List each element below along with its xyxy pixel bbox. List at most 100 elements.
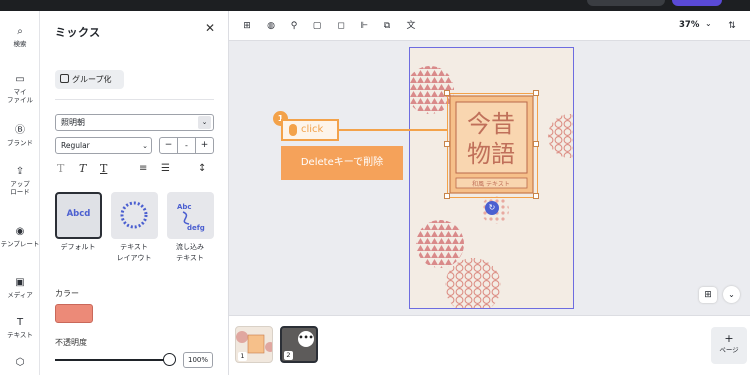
page-thumbnail[interactable]: 1 — [235, 326, 273, 363]
effect-default[interactable]: Abcd — [55, 192, 102, 239]
rail-item-upload[interactable]: ⇪ アップ ロード — [0, 166, 40, 196]
resize-handle[interactable] — [444, 90, 450, 96]
color-label: カラー — [55, 289, 79, 298]
flow-text-icon: Abc defg — [177, 203, 205, 232]
grid-view-icon[interactable]: ⊞ — [699, 287, 717, 303]
group-button-label: グループ化 — [72, 75, 112, 84]
svg-text:Abc: Abc — [177, 203, 192, 211]
effects-icon[interactable]: ⚲ — [288, 20, 300, 32]
text-icon: T — [16, 317, 24, 328]
rail-item-media[interactable]: ▣ メディア — [0, 277, 40, 299]
instruction-label: Deleteキーで削除 — [281, 146, 403, 180]
effect-preview: Abcd — [66, 209, 91, 219]
group-icon — [60, 74, 69, 83]
more-options-icon[interactable]: ••• — [298, 331, 314, 347]
top-bar — [0, 0, 750, 11]
opacity-label: 不透明度 — [55, 338, 87, 347]
rail-item-search[interactable]: ⌕ 検索 — [0, 26, 40, 48]
font-family-value: 照明朝 — [61, 118, 85, 127]
underline-icon[interactable]: T — [100, 161, 107, 177]
opacity-slider-thumb[interactable] — [163, 353, 176, 366]
rail-item-template[interactable]: ◉ テンプレート — [0, 226, 40, 248]
selection-box[interactable] — [444, 90, 539, 199]
top-toolbar: ⊞ ◍ ⚲ ▢ ◻ ⊩ ⧉ 文 37% ⌄ ⇅ — [229, 11, 750, 41]
callout-connector — [339, 129, 447, 131]
layers-icon[interactable]: ⧉ — [381, 20, 393, 32]
page-thumbnail-selected[interactable]: ••• 2 — [280, 326, 318, 363]
rail-item-label: テキスト — [7, 331, 33, 339]
folder-icon: ▭ — [15, 74, 25, 85]
resize-handle[interactable] — [444, 193, 450, 199]
resize-handle[interactable] — [533, 141, 539, 147]
line-spacing-icon[interactable]: ↕ — [198, 161, 206, 177]
rail-item-label: アップ ロード — [10, 180, 30, 196]
template-icon: ◉ — [15, 226, 25, 237]
italic-icon[interactable]: T — [79, 161, 86, 177]
panel-title: ミックス — [55, 26, 101, 39]
opacity-value-input[interactable]: 100% — [183, 352, 213, 368]
left-rail: ⌕ 検索 ▭ マイ ファイル Ⓑ ブランド ⇪ アップ ロード ◉ テンプレート… — [0, 11, 40, 375]
properties-panel: ミックス ✕ グループ化 照明朝 ⌄ Regular ⌄ − - + T T T… — [40, 11, 229, 375]
chevron-down-icon: ⌄ — [198, 116, 211, 129]
effect-flow-text[interactable]: Abc defg — [167, 192, 214, 239]
rail-item-text[interactable]: T テキスト — [0, 317, 40, 339]
plus-icon: + — [724, 332, 734, 345]
rail-item-brand[interactable]: Ⓑ ブランド — [0, 125, 40, 147]
resize-handle[interactable] — [444, 141, 450, 147]
rail-item-label: 検索 — [13, 40, 27, 48]
add-page-label: ページ — [719, 346, 739, 354]
decrease-size-button[interactable]: − — [160, 138, 177, 153]
format-row: T T T ≡ ☰ ↕ — [55, 161, 215, 177]
media-icon: ▣ — [15, 277, 25, 288]
chevron-down-icon: ⌄ — [142, 142, 148, 150]
frame-icon[interactable]: ◻ — [335, 20, 347, 32]
search-icon: ⌕ — [17, 26, 23, 37]
click-callout: click — [281, 119, 339, 141]
rail-item-label: テンプレート — [0, 240, 40, 248]
rotate-icon[interactable]: ↻ — [485, 201, 499, 215]
mouse-icon — [289, 124, 297, 136]
add-element-icon[interactable]: ⊞ — [241, 20, 253, 32]
opacity-slider-track[interactable] — [55, 359, 170, 361]
upload-icon: ⇪ — [15, 166, 25, 177]
color-swatch[interactable] — [55, 304, 93, 323]
more-icon: ⬡ — [15, 357, 25, 368]
shape-icon[interactable]: ▢ — [311, 20, 323, 32]
share-button[interactable] — [672, 0, 722, 6]
circular-text-icon — [120, 201, 148, 229]
chevron-down-icon[interactable]: ⌄ — [705, 19, 712, 28]
page-number: 2 — [284, 351, 293, 360]
translate-icon[interactable]: 文 — [405, 20, 417, 32]
align-center-icon[interactable]: ≡ — [139, 161, 147, 177]
resize-handle[interactable] — [533, 90, 539, 96]
resize-handle[interactable] — [533, 193, 539, 199]
close-icon[interactable]: ✕ — [203, 21, 217, 35]
increase-size-button[interactable]: + — [196, 138, 213, 153]
align-icon[interactable]: ⊩ — [358, 20, 370, 32]
rail-item-label: マイ ファイル — [7, 88, 33, 104]
font-size-value[interactable]: - — [177, 138, 196, 153]
chevron-down-icon[interactable]: ⌄ — [723, 286, 740, 303]
font-size-stepper[interactable]: − - + — [159, 137, 214, 154]
rail-item-label: ブランド — [7, 139, 33, 147]
text-style-icon[interactable]: T — [57, 161, 64, 177]
top-bar-button[interactable] — [587, 0, 665, 6]
add-page-button[interactable]: + ページ — [711, 327, 747, 364]
svg-text:defg: defg — [187, 224, 205, 232]
font-family-select[interactable]: 照明朝 ⌄ — [55, 114, 214, 131]
group-button[interactable]: グループ化 — [55, 70, 124, 89]
rail-item-myfiles[interactable]: ▭ マイ ファイル — [0, 74, 40, 104]
zoom-level[interactable]: 37% — [679, 20, 699, 30]
click-callout-label: click — [301, 124, 324, 135]
font-weight-select[interactable]: Regular ⌄ — [55, 137, 152, 154]
divider — [55, 99, 214, 100]
page-number: 1 — [238, 352, 247, 361]
effect-text-layout[interactable] — [111, 192, 158, 239]
palette-icon[interactable]: ◍ — [265, 20, 277, 32]
brand-icon: Ⓑ — [15, 125, 25, 136]
list-icon[interactable]: ☰ — [161, 161, 170, 177]
effect-label: デフォルト — [60, 243, 96, 251]
effect-label: テキスト レイアウト — [116, 243, 152, 262]
settings-icon[interactable]: ⇅ — [726, 20, 738, 32]
rail-item-more[interactable]: ⬡ — [0, 357, 40, 371]
